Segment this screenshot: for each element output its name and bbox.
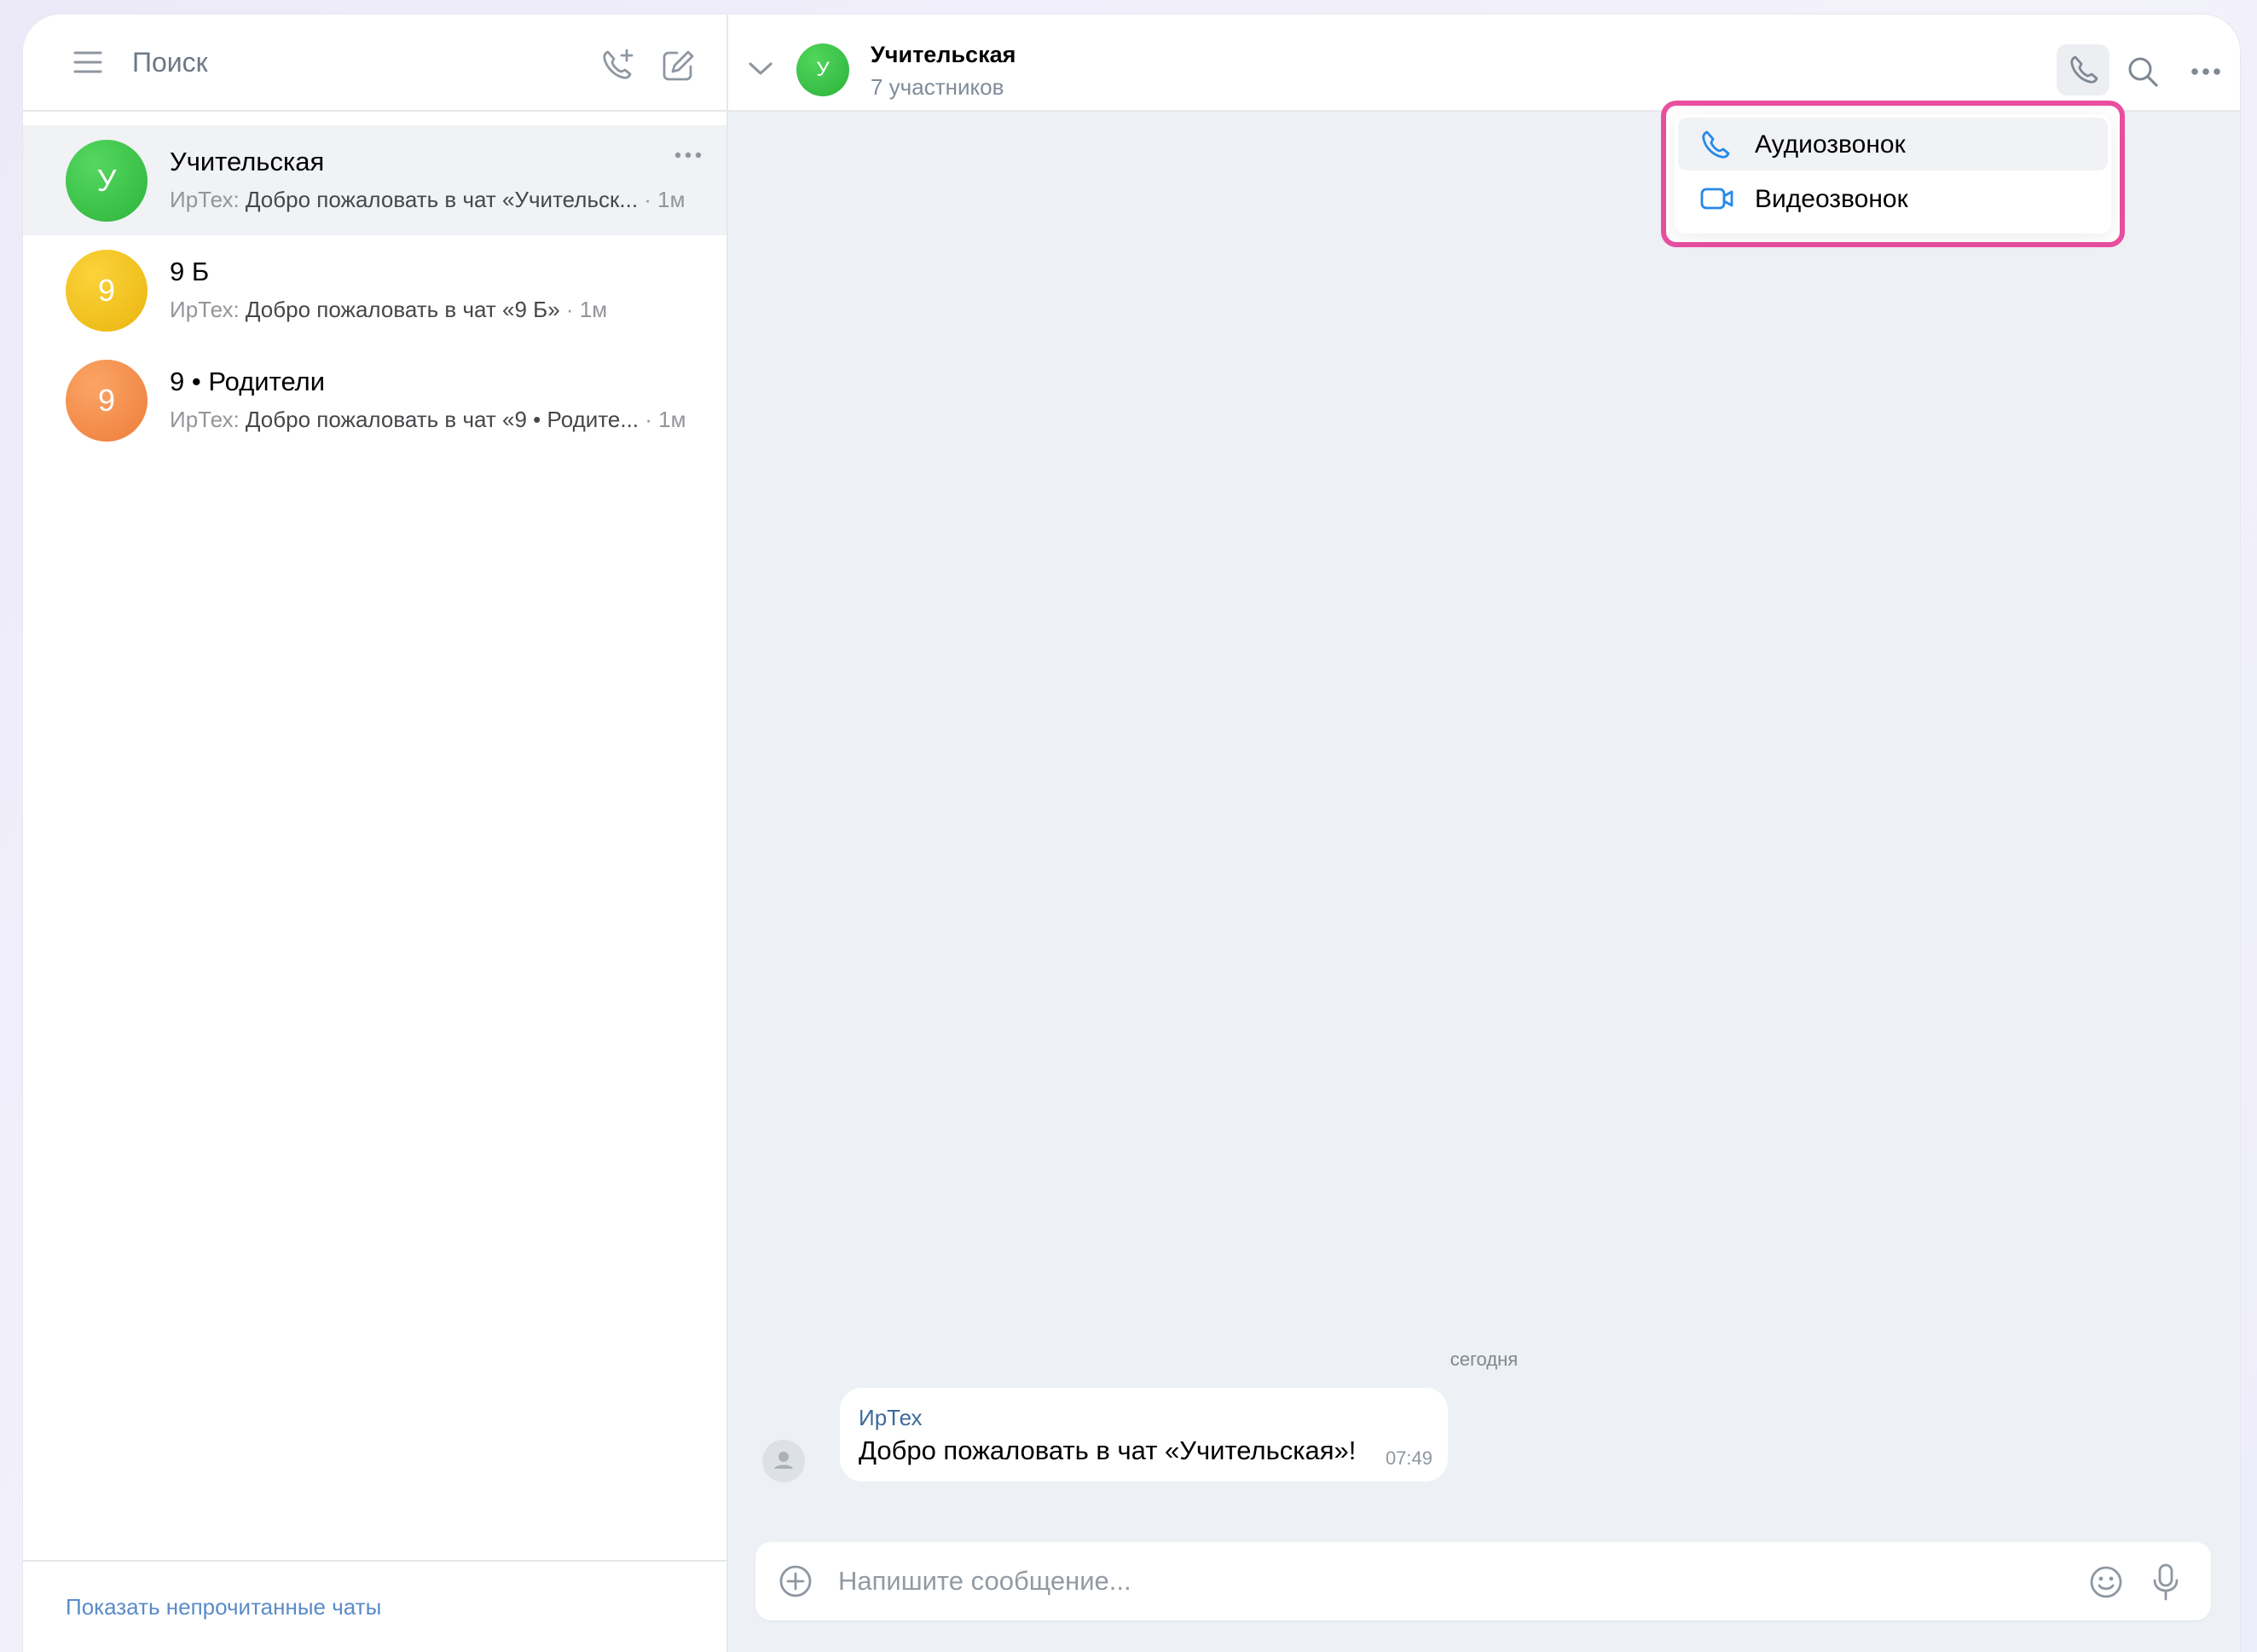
search-icon[interactable] — [2124, 53, 2162, 90]
chat-preview-time: · 1м — [638, 187, 686, 212]
avatar-letter: 9 — [97, 383, 116, 418]
show-unread-chats-link[interactable]: Показать непрочитанные чаты — [66, 1594, 381, 1620]
app-window: Поиск У Учительская ИрТех: Добро пожалов… — [23, 14, 2240, 1652]
chat-header: У Учительская 7 участников — [728, 14, 2240, 112]
chat-title[interactable]: Учительская — [871, 42, 1016, 68]
microphone-icon[interactable] — [2149, 1561, 2183, 1603]
add-attachment-icon[interactable] — [778, 1563, 813, 1599]
message-author[interactable]: ИрТех — [859, 1405, 922, 1431]
call-type-menu: Аудиозвонок Видеозвонок — [1661, 101, 2125, 247]
chat-preview-author: ИрТех: — [170, 187, 240, 212]
chat-preview-author: ИрТех: — [170, 297, 240, 322]
chat-list-item[interactable]: 9 9 Б ИрТех: Добро пожаловать в чат «9 Б… — [23, 235, 726, 345]
call-type-menu-panel: Аудиозвонок Видеозвонок — [1675, 114, 2111, 234]
message-input[interactable]: Напишите сообщение... — [838, 1566, 1131, 1597]
chat-title: Учительская — [170, 147, 325, 176]
video-camera-icon — [1700, 184, 1734, 217]
video-call-menu-item[interactable]: Видеозвонок — [1678, 172, 2108, 225]
chat-preview-text: Добро пожаловать в чат «Учительск... — [239, 187, 639, 212]
members-count[interactable]: 7 участников — [871, 74, 1004, 101]
menu-item-label: Видеозвонок — [1755, 185, 1908, 213]
chat-preview: ИрТех: Добро пожаловать в чат «9 • Родит… — [170, 407, 686, 433]
more-horizontal-icon[interactable] — [2187, 66, 2225, 78]
avatar: У — [66, 140, 148, 222]
avatar-letter: У — [96, 163, 117, 198]
chat-panel: У Учительская 7 участников Аудиозвонок В… — [728, 14, 2240, 1652]
chat-preview: ИрТех: Добро пожаловать в чат «Учительск… — [170, 187, 686, 213]
chat-preview: ИрТех: Добро пожаловать в чат «9 Б» · 1м — [170, 297, 607, 323]
menu-item-label: Аудиозвонок — [1755, 130, 1906, 159]
message-bubble[interactable]: ИрТех Добро пожаловать в чат «Учительска… — [840, 1388, 1448, 1482]
chat-preview-author: ИрТех: — [170, 407, 240, 432]
chat-title: 9 Б — [170, 257, 210, 286]
chevron-down-icon[interactable] — [745, 57, 776, 81]
call-button[interactable] — [2057, 44, 2109, 95]
menu-icon[interactable] — [71, 47, 105, 78]
avatar[interactable] — [762, 1440, 805, 1482]
audio-call-menu-item[interactable]: Аудиозвонок — [1678, 118, 2108, 170]
more-horizontal-icon[interactable] — [671, 142, 705, 168]
chat-list-sidebar: Поиск У Учительская ИрТех: Добро пожалов… — [23, 14, 728, 1652]
phone-icon — [1700, 130, 1733, 165]
message-text: Добро пожаловать в чат «Учительская»! — [859, 1435, 1357, 1465]
date-separator: сегодня — [1450, 1349, 1519, 1370]
message-time: 07:49 — [1385, 1447, 1432, 1469]
avatar: 9 — [66, 360, 148, 442]
emoji-icon[interactable] — [2087, 1563, 2125, 1601]
message-composer: Напишите сообщение... — [755, 1542, 2211, 1620]
avatar-letter: У — [816, 58, 830, 81]
avatar-letter: 9 — [97, 273, 116, 308]
chat-preview-time: · 1м — [559, 297, 608, 322]
chat-list-item[interactable]: 9 9 • Родители ИрТех: Добро пожаловать в… — [23, 345, 726, 455]
chat-list-item[interactable]: У Учительская ИрТех: Добро пожаловать в … — [23, 125, 726, 235]
sidebar-footer: Показать непрочитанные чаты — [23, 1560, 726, 1652]
avatar: 9 — [66, 250, 148, 332]
avatar[interactable]: У — [796, 43, 849, 96]
new-call-icon[interactable] — [599, 47, 637, 84]
user-icon — [774, 1452, 793, 1469]
phone-icon — [2067, 53, 2101, 87]
chat-title: 9 • Родители — [170, 367, 326, 396]
search-input[interactable]: Поиск — [132, 47, 208, 78]
compose-icon[interactable] — [659, 47, 697, 84]
chat-preview-time: · 1м — [639, 407, 686, 432]
sidebar-header: Поиск — [23, 14, 726, 112]
chat-preview-text: Добро пожаловать в чат «9 • Родите... — [239, 407, 639, 432]
chat-preview-text: Добро пожаловать в чат «9 Б» — [239, 297, 560, 322]
